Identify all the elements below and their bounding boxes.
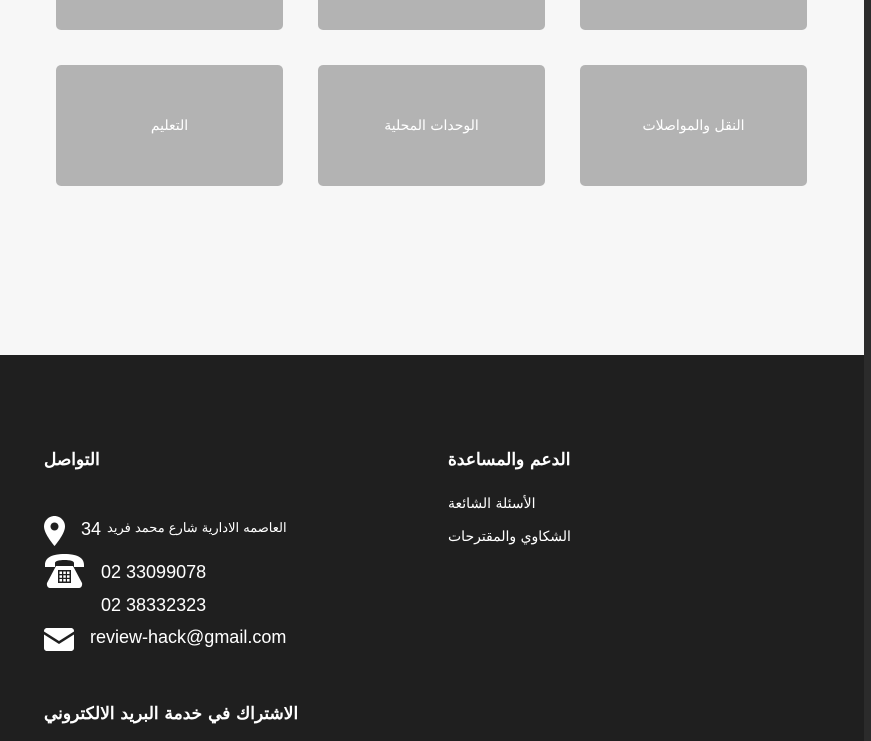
contact-heading: التواصل <box>44 450 100 470</box>
scrollbar-track[interactable] <box>864 0 871 741</box>
category-tile-2[interactable] <box>318 0 545 30</box>
scrollbar-thumb[interactable] <box>864 0 871 741</box>
category-tile-education[interactable]: التعليم <box>56 65 283 186</box>
phone-number-1[interactable]: 02 33099078 <box>101 562 206 583</box>
envelope-icon <box>44 628 74 655</box>
site-footer: الدعم والمساعدة الأسئلة الشائعة الشكاوي … <box>0 355 864 741</box>
category-tile-1[interactable] <box>56 0 283 30</box>
location-pin-icon <box>44 516 65 550</box>
category-tile-label: النقل والمواصلات <box>642 117 745 134</box>
address-text: العاصمه الادارية شارع محمد فريد <box>107 521 287 536</box>
telephone-icon <box>43 553 86 594</box>
category-tile-3[interactable] <box>580 0 807 30</box>
newsletter-heading: الاشتراك في خدمة البريد الالكتروني <box>44 704 299 724</box>
support-heading: الدعم والمساعدة <box>448 450 571 470</box>
address-number: 34 <box>81 519 102 539</box>
category-tile-label: الوحدات المحلية <box>384 117 479 134</box>
faq-link[interactable]: الأسئلة الشائعة <box>448 496 536 512</box>
category-tile-local-units[interactable]: الوحدات المحلية <box>318 65 545 186</box>
category-tile-transport[interactable]: النقل والمواصلات <box>580 65 807 186</box>
complaints-link[interactable]: الشكاوي والمقترحات <box>448 529 571 545</box>
category-tile-label: التعليم <box>150 117 189 134</box>
phone-number-2[interactable]: 02 38332323 <box>101 595 206 616</box>
email-link[interactable]: review-hack@gmail.com <box>90 627 286 648</box>
